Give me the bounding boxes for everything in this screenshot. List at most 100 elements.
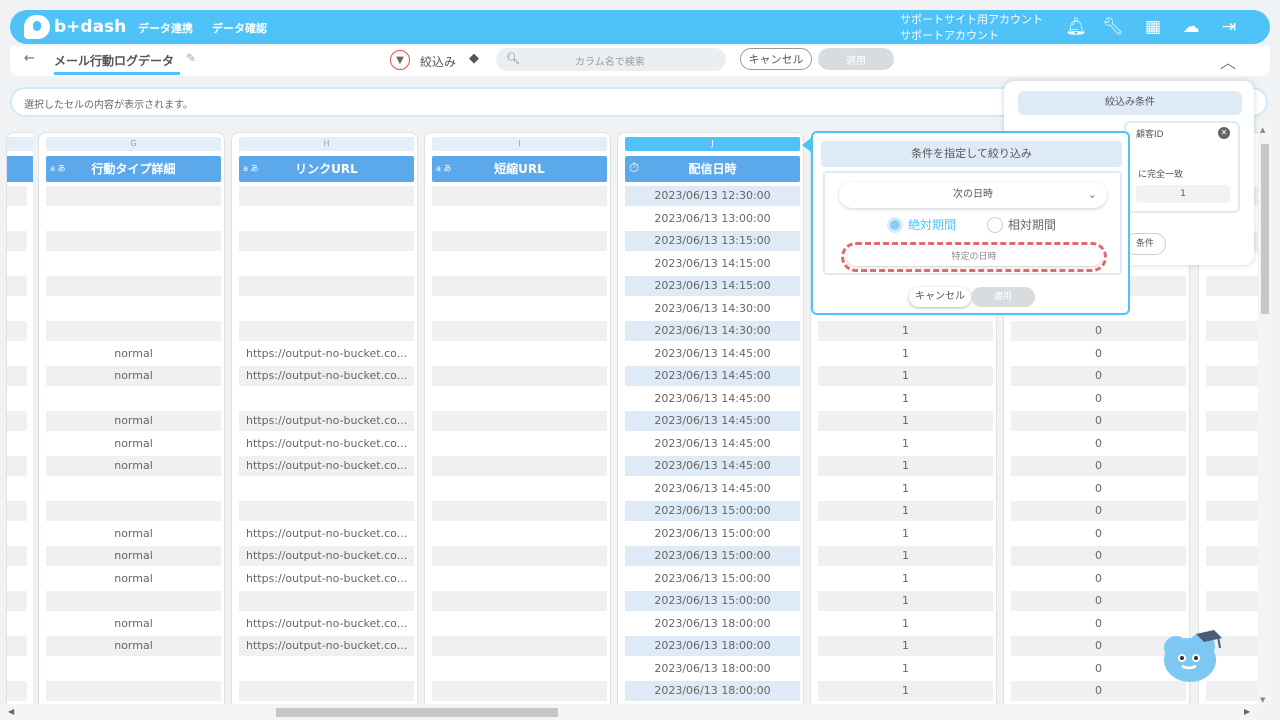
table-cell[interactable] bbox=[7, 254, 27, 274]
table-cell[interactable]: 0 bbox=[1011, 501, 1186, 521]
table-cell[interactable] bbox=[7, 366, 27, 386]
table-cell[interactable] bbox=[46, 681, 221, 701]
table-cell[interactable]: 1 bbox=[818, 456, 993, 476]
table-cell[interactable]: 2023/06/13 12:30:00 bbox=[625, 186, 800, 206]
table-cell[interactable]: normal bbox=[46, 344, 221, 364]
table-cell[interactable] bbox=[46, 591, 221, 611]
table-cell[interactable] bbox=[239, 389, 414, 409]
filter-icon[interactable]: ▼ bbox=[390, 50, 410, 70]
account-info[interactable]: サポートサイト用アカウント サポートアカウント bbox=[900, 12, 1043, 44]
table-cell[interactable]: 2023/06/13 13:00:00 bbox=[625, 209, 800, 229]
table-cell[interactable]: 0 bbox=[1011, 366, 1186, 386]
table-cell[interactable] bbox=[1206, 434, 1258, 454]
table-cell[interactable] bbox=[239, 321, 414, 341]
table-cell[interactable] bbox=[432, 636, 607, 656]
table-cell[interactable]: 1 bbox=[818, 321, 993, 341]
table-cell[interactable] bbox=[432, 276, 607, 296]
table-cell[interactable] bbox=[432, 209, 607, 229]
table-cell[interactable]: 1 bbox=[818, 479, 993, 499]
table-cell[interactable]: 2023/06/13 15:00:00 bbox=[625, 501, 800, 521]
table-cell[interactable]: 2023/06/13 14:45:00 bbox=[625, 344, 800, 364]
wrench-icon[interactable]: 🔧︎ bbox=[1102, 16, 1124, 38]
table-cell[interactable] bbox=[432, 299, 607, 319]
nav-data-integration[interactable]: データ連携 bbox=[138, 20, 193, 36]
table-cell[interactable] bbox=[7, 636, 27, 656]
table-cell[interactable] bbox=[46, 501, 221, 521]
table-cell[interactable] bbox=[46, 209, 221, 229]
table-cell[interactable] bbox=[7, 456, 27, 476]
table-cell[interactable]: normal bbox=[46, 614, 221, 634]
table-cell[interactable]: 2023/06/13 14:15:00 bbox=[625, 254, 800, 274]
table-cell[interactable] bbox=[239, 299, 414, 319]
table-cell[interactable] bbox=[432, 456, 607, 476]
table-cell[interactable]: 0 bbox=[1011, 321, 1186, 341]
filter-label[interactable]: 絞込み bbox=[420, 53, 456, 70]
table-cell[interactable]: 2023/06/13 14:30:00 bbox=[625, 321, 800, 341]
table-cell[interactable]: 2023/06/13 18:00:00 bbox=[625, 614, 800, 634]
table-cell[interactable]: 1 bbox=[818, 614, 993, 634]
grid-icon[interactable]: ▦ bbox=[1142, 16, 1164, 38]
table-cell[interactable] bbox=[7, 186, 27, 206]
table-cell[interactable] bbox=[46, 479, 221, 499]
table-cell[interactable] bbox=[1206, 591, 1258, 611]
table-cell[interactable] bbox=[7, 479, 27, 499]
table-cell[interactable] bbox=[1206, 456, 1258, 476]
filter-condition-card[interactable]: 顧客ID ✕ に完全一致 1 bbox=[1124, 121, 1240, 213]
table-cell[interactable]: 2023/06/13 14:45:00 bbox=[625, 479, 800, 499]
table-cell[interactable]: 0 bbox=[1011, 344, 1186, 364]
table-cell[interactable] bbox=[239, 479, 414, 499]
table-cell[interactable]: 0 bbox=[1011, 456, 1186, 476]
table-cell[interactable]: 2023/06/13 15:00:00 bbox=[625, 569, 800, 589]
table-cell[interactable] bbox=[432, 254, 607, 274]
table-cell[interactable]: 0 bbox=[1011, 546, 1186, 566]
vertical-scroll-thumb[interactable] bbox=[1261, 144, 1269, 314]
table-cell[interactable]: 1 bbox=[818, 524, 993, 544]
table-cell[interactable] bbox=[432, 681, 607, 701]
table-cell[interactable]: 1 bbox=[818, 434, 993, 454]
scroll-up-icon[interactable]: ▲ bbox=[1260, 126, 1265, 134]
table-cell[interactable]: normal bbox=[46, 569, 221, 589]
close-icon[interactable]: ✕ bbox=[1218, 127, 1230, 139]
table-cell[interactable]: 2023/06/13 15:00:00 bbox=[625, 524, 800, 544]
table-cell[interactable] bbox=[432, 411, 607, 431]
table-cell[interactable] bbox=[432, 546, 607, 566]
table-cell[interactable] bbox=[7, 276, 27, 296]
table-cell[interactable] bbox=[7, 209, 27, 229]
table-cell[interactable]: 0 bbox=[1011, 434, 1186, 454]
table-cell[interactable] bbox=[432, 434, 607, 454]
table-cell[interactable] bbox=[239, 254, 414, 274]
bell-icon[interactable]: 🔔︎ bbox=[1065, 16, 1087, 38]
table-cell[interactable]: 2023/06/13 15:00:00 bbox=[625, 591, 800, 611]
table-cell[interactable]: normal bbox=[46, 524, 221, 544]
table-cell[interactable]: 1 bbox=[818, 659, 993, 679]
table-cell[interactable] bbox=[239, 501, 414, 521]
table-cell[interactable] bbox=[239, 591, 414, 611]
vertical-scrollbar[interactable]: ▲ ▼ bbox=[1258, 124, 1272, 706]
table-cell[interactable]: 1 bbox=[818, 636, 993, 656]
table-cell[interactable] bbox=[7, 546, 27, 566]
table-cell[interactable]: https://output-no-bucket.co... bbox=[239, 366, 414, 386]
table-cell[interactable]: 0 bbox=[1011, 614, 1186, 634]
table-cell[interactable] bbox=[46, 321, 221, 341]
table-cell[interactable] bbox=[7, 659, 27, 679]
table-cell[interactable] bbox=[239, 209, 414, 229]
table-cell[interactable] bbox=[239, 186, 414, 206]
table-cell[interactable] bbox=[7, 321, 27, 341]
table-cell[interactable]: normal bbox=[46, 546, 221, 566]
radio-absolute-period[interactable]: 絶対期間 bbox=[887, 216, 956, 233]
table-cell[interactable] bbox=[1206, 479, 1258, 499]
table-cell[interactable]: 1 bbox=[818, 389, 993, 409]
table-cell[interactable] bbox=[432, 501, 607, 521]
table-cell[interactable] bbox=[1206, 524, 1258, 544]
table-cell[interactable]: normal bbox=[46, 434, 221, 454]
table-cell[interactable] bbox=[1206, 501, 1258, 521]
table-cell[interactable]: 2023/06/13 18:00:00 bbox=[625, 636, 800, 656]
table-cell[interactable]: 1 bbox=[818, 569, 993, 589]
table-cell[interactable]: https://output-no-bucket.co... bbox=[239, 524, 414, 544]
table-cell[interactable] bbox=[7, 569, 27, 589]
table-cell[interactable] bbox=[7, 434, 27, 454]
table-cell[interactable]: 0 bbox=[1011, 411, 1186, 431]
table-cell[interactable]: 2023/06/13 14:45:00 bbox=[625, 456, 800, 476]
logout-icon[interactable]: ⇥ bbox=[1218, 16, 1240, 38]
table-cell[interactable]: 2023/06/13 18:00:00 bbox=[625, 681, 800, 701]
